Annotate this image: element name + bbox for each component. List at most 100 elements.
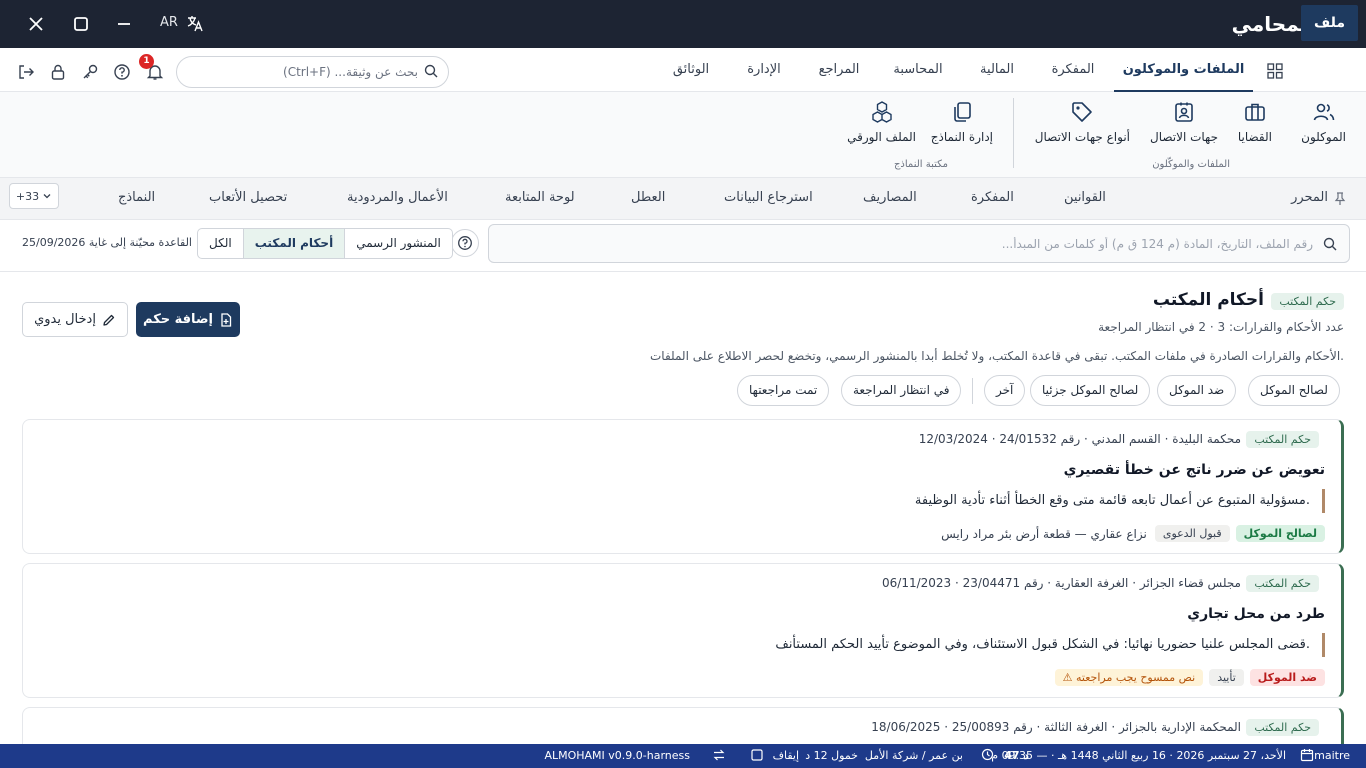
checkbox-icon[interactable] xyxy=(751,749,763,761)
ribbon-contact-types-label: أنواع جهات الاتصال xyxy=(1034,130,1130,144)
sync-icon[interactable] xyxy=(712,748,726,762)
subtab-agenda[interactable]: المفكرة xyxy=(971,190,1014,205)
ruling-tags: ضد الموكل تأييد ⚠ نص ممسوح يجب مراجعته xyxy=(1054,669,1325,686)
jurisprudence-search-input[interactable] xyxy=(523,235,1313,253)
language-switch[interactable]: AR xyxy=(160,15,178,30)
section-chip: حكم المكتب xyxy=(1271,293,1344,310)
subtab-holidays[interactable]: العطل xyxy=(631,190,665,205)
filter-reviewed[interactable]: تمت مراجعتها xyxy=(737,375,830,406)
ribbon-templates-button[interactable]: إدارة النماذج xyxy=(931,100,993,144)
filter-partially-for-client[interactable]: لصالح الموكل جزئيا xyxy=(1030,375,1151,406)
filter-other[interactable]: آخر xyxy=(984,375,1026,406)
ribbon-contacts-label: جهات الاتصال xyxy=(1149,130,1218,144)
tab-agenda[interactable]: المفكرة xyxy=(1040,48,1106,92)
minimize-window-icon[interactable] xyxy=(114,14,134,34)
ruling-meta: محكمة البليدة · القسم المدني · رقم 24/01… xyxy=(918,432,1241,446)
status-user: maitre xyxy=(1314,749,1350,762)
apps-grid-icon[interactable] xyxy=(1267,63,1283,79)
tab-documents[interactable]: الوثائق xyxy=(662,48,720,92)
file-add-icon xyxy=(219,312,233,327)
ruling-principle: مسؤولية المتبوع عن أعمال تابعه قائمة متى… xyxy=(915,489,1325,513)
search-icon xyxy=(1323,237,1337,251)
search-help-button[interactable] xyxy=(451,229,479,257)
tab-accounting[interactable]: المحاسبة xyxy=(882,48,954,92)
outcome-badge: لصالح الموكل xyxy=(1235,525,1325,542)
lock-icon[interactable] xyxy=(49,63,67,81)
manual-entry-button[interactable]: إدخال يدوي xyxy=(22,302,128,337)
segment-official-publication[interactable]: المنشور الرسمي xyxy=(344,229,452,258)
status-version: ALMOHAMI v0.9.0-harness xyxy=(544,749,690,762)
status-timer: 47 د xyxy=(1004,749,1029,762)
jurisprudence-search-box[interactable] xyxy=(488,224,1350,263)
subtab-work-profitability[interactable]: الأعمال والمردودية xyxy=(347,190,448,205)
close-window-icon[interactable] xyxy=(26,14,46,34)
ribbon-templates-label: إدارة النماذج xyxy=(930,130,993,144)
ribbon-group-divider xyxy=(1013,98,1014,168)
ribbon-contacts-button[interactable]: جهات الاتصال xyxy=(1150,100,1218,144)
subtab-laws[interactable]: القوانين xyxy=(1064,190,1106,205)
filter-against-client[interactable]: ضد الموكل xyxy=(1157,375,1237,406)
status-bar: maitre الأحد، 27 سبتمبر 2026 · 16 ربيع ا… xyxy=(0,744,1366,768)
tag-icon xyxy=(1070,100,1094,124)
more-tabs-label: +33 xyxy=(15,189,40,203)
filter-pending-review[interactable]: في انتظار المراجعة xyxy=(841,375,962,406)
segment-office-rulings[interactable]: أحكام المكتب xyxy=(242,229,345,258)
more-tabs-button[interactable]: +33 xyxy=(9,183,59,209)
ruling-card[interactable]: حكم المكتب مجلس قضاء الجزائر · الغرفة ال… xyxy=(22,563,1344,698)
decision-badge: تأييد xyxy=(1209,669,1244,686)
outcome-badge: ضد الموكل xyxy=(1249,669,1325,686)
tab-references[interactable]: المراجع xyxy=(808,48,870,92)
subtab-fee-collection[interactable]: تحصيل الأتعاب xyxy=(209,190,287,205)
ribbon-cases-label: القضايا xyxy=(1237,130,1272,144)
status-idle: خمول 12 د xyxy=(805,749,858,762)
templates-icon xyxy=(950,100,974,124)
tab-finance[interactable]: المالية xyxy=(967,48,1027,92)
document-search-box[interactable] xyxy=(176,56,449,88)
ribbon-cases-button[interactable]: القضايا xyxy=(1238,100,1272,144)
secondary-tabs-bar xyxy=(0,178,1366,220)
divider xyxy=(972,378,973,404)
cubes-icon xyxy=(870,100,894,124)
ribbon-paper-file-button[interactable]: الملف الورقي xyxy=(847,100,916,144)
ruling-chip: حكم المكتب xyxy=(1246,575,1319,592)
ruling-card[interactable]: حكم المكتب محكمة البليدة · القسم المدني … xyxy=(22,419,1344,554)
status-date: الأحد، 27 سبتمبر 2026 · 16 ربيع الثاني 1… xyxy=(991,749,1286,762)
tab-administration[interactable]: الإدارة xyxy=(734,48,794,92)
rulings-count: عدد الأحكام والقرارات: 3 · 2 في انتظار ا… xyxy=(1098,320,1344,334)
add-ruling-button[interactable]: إضافة حكم xyxy=(136,302,240,337)
logout-icon[interactable] xyxy=(17,63,35,81)
manual-entry-label: إدخال يدوي xyxy=(34,312,96,327)
ruling-title: طرد من محل تجاري xyxy=(1187,606,1325,622)
pin-icon[interactable] xyxy=(1334,192,1346,206)
help-icon[interactable] xyxy=(113,63,131,81)
file-menu-button[interactable]: ملف xyxy=(1301,5,1358,41)
maximize-window-icon[interactable] xyxy=(71,14,91,34)
users-icon xyxy=(1312,100,1336,124)
translate-icon[interactable] xyxy=(186,14,204,32)
subtab-templates[interactable]: النماذج xyxy=(118,190,155,205)
subtab-expenses[interactable]: المصاريف xyxy=(863,190,917,205)
decision-badge: قبول الدعوى xyxy=(1154,525,1230,542)
filter-for-client[interactable]: لصالح الموكل xyxy=(1248,375,1340,406)
divider xyxy=(0,271,1366,272)
ruling-chip: حكم المكتب xyxy=(1246,431,1319,448)
key-icon[interactable] xyxy=(81,63,99,81)
status-pause[interactable]: إيقاف xyxy=(773,749,799,762)
subtab-dashboard[interactable]: لوحة المتابعة xyxy=(505,190,575,205)
segment-all[interactable]: الكل xyxy=(198,229,243,258)
ruling-meta: المحكمة الإدارية بالجزائر · الغرفة الثال… xyxy=(871,720,1241,734)
title-bar: AR المحامي xyxy=(0,0,1366,48)
notification-badge: 1 xyxy=(139,54,154,69)
tab-files-and-clients[interactable]: الملفات والموكلون xyxy=(1114,48,1253,92)
help-icon xyxy=(457,235,473,251)
document-search-input[interactable] xyxy=(198,63,418,81)
calendar-icon xyxy=(1300,748,1314,762)
scanned-warning-badge: ⚠ نص ممسوح يجب مراجعته xyxy=(1054,669,1204,686)
ruling-tags: لصالح الموكل قبول الدعوى نزاع عقاري — قط… xyxy=(941,525,1325,542)
pencil-icon xyxy=(102,313,116,327)
subtab-editor[interactable]: المحرر xyxy=(1291,190,1328,205)
ribbon-contact-types-button[interactable]: أنواع جهات الاتصال xyxy=(1035,100,1130,144)
search-icon xyxy=(424,64,438,78)
ribbon-clients-button[interactable]: الموكلون xyxy=(1301,100,1346,144)
subtab-data-recovery[interactable]: استرجاع البيانات xyxy=(724,190,813,205)
